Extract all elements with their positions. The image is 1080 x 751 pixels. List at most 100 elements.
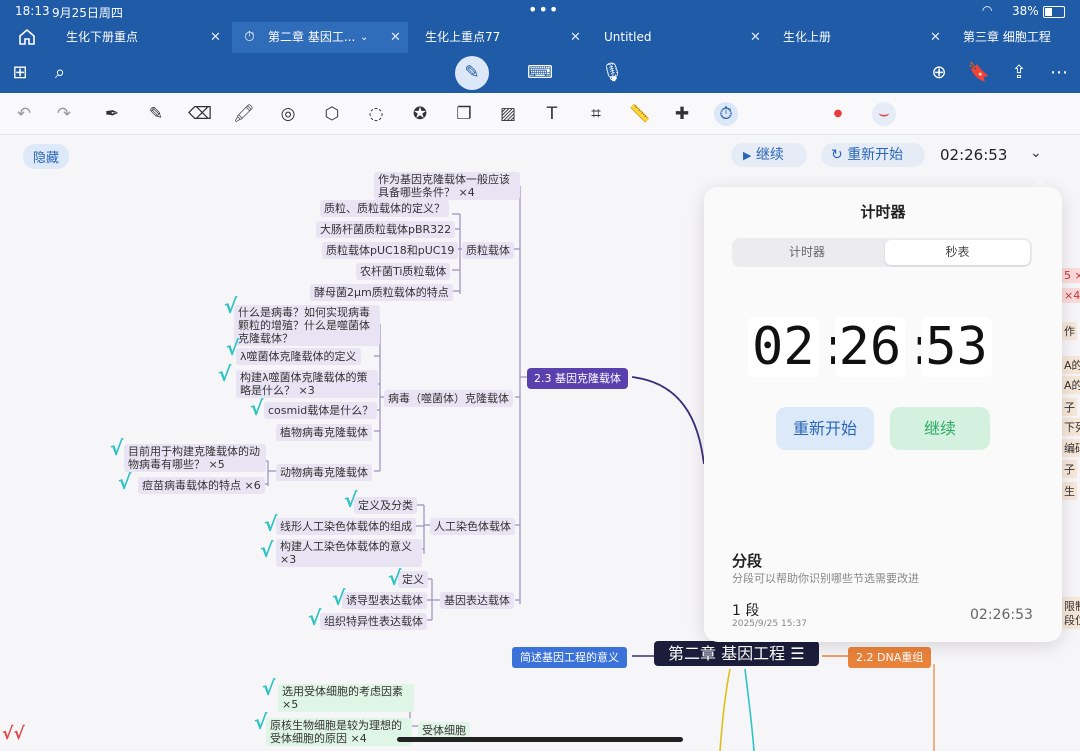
expression-item[interactable]: 定义 — [398, 571, 428, 588]
redo-icon[interactable]: ↷ — [52, 102, 76, 126]
pen-mode-icon[interactable]: ✎ — [455, 56, 489, 90]
expression-item[interactable]: 诱导型表达载体 — [342, 592, 427, 609]
close-icon[interactable]: ✕ — [390, 22, 401, 53]
right-fragment: 子 — [1062, 398, 1077, 416]
cloning-vector-hub[interactable]: 2.3 基因克隆载体 — [527, 368, 628, 389]
scan-icon[interactable]: ⌗ — [584, 102, 608, 126]
segment-stopwatch[interactable]: 秒表 — [885, 240, 1030, 265]
laser-icon[interactable]: ✚ — [670, 102, 694, 126]
significance-node[interactable]: 简述基因工程的意义 — [512, 647, 627, 668]
plasmid-item[interactable]: 酵母菌2μm质粒载体的特点 — [310, 284, 453, 301]
animal-virus-item[interactable]: 目前用于构建克隆载体的动物病毒有哪些？ ×5 — [124, 444, 266, 472]
shapes-icon[interactable]: ⬡ — [320, 102, 344, 126]
pen-icon[interactable]: ✒ — [100, 102, 124, 126]
ruler-icon[interactable]: 📏 — [628, 102, 652, 126]
tab-1[interactable]: 生化下册重点 ✕ — [50, 22, 230, 53]
popover-title: 计时器 — [860, 203, 906, 221]
home-indicator[interactable] — [397, 737, 683, 742]
host-item[interactable]: 选用受体细胞的考虑因素 ×5 — [278, 684, 414, 712]
menu-icon[interactable]: ☰ — [790, 644, 804, 663]
right-fragment: A的 — [1062, 356, 1080, 374]
tab-3[interactable]: 生化上重点77 ✕ — [410, 22, 590, 53]
multitask-dots-icon[interactable]: ••• — [528, 0, 559, 19]
keyboard-icon[interactable]: ⌨ — [527, 61, 553, 85]
plasmid-vector-node[interactable]: 质粒载体 — [462, 242, 514, 259]
close-icon[interactable]: ✕ — [210, 22, 221, 53]
virus-item[interactable]: 植物病毒克隆载体 — [276, 424, 372, 441]
checkmark-icon: √ — [262, 676, 276, 700]
plasmid-item[interactable]: 农杆菌Ti质粒载体 — [356, 263, 451, 280]
animal-virus-item[interactable]: 痘苗病毒载体的特点 ×6 — [138, 477, 265, 494]
close-icon[interactable]: ✕ — [750, 22, 761, 53]
virus-vector-node[interactable]: 病毒（噬菌体）克隆载体 — [384, 390, 513, 407]
lap-date: 2025/9/25 15:37 — [732, 619, 807, 629]
share-icon[interactable]: ⇪ — [1007, 61, 1031, 85]
tab-5[interactable]: 生化上册 ✕ — [770, 22, 950, 53]
stroke-preview-icon[interactable]: ⌣ — [872, 102, 896, 126]
vector-conditions-node[interactable]: 作为基因克隆载体一般应该具备哪些条件？ ×4 — [374, 172, 520, 200]
tab-2[interactable]: ⏱ 第二章 基因工... ⌄ ✕ — [232, 22, 408, 53]
image-icon[interactable]: ▨ — [496, 102, 520, 126]
bookmark-icon[interactable]: 🔖 — [967, 61, 991, 85]
resume-stopwatch-button[interactable]: 继续 — [890, 407, 990, 450]
restart-button[interactable]: ↻ 重新开始 — [821, 143, 925, 167]
highlighter-icon[interactable]: 🖍 — [232, 102, 256, 126]
chevron-down-icon[interactable]: ⌄ — [1030, 145, 1042, 161]
expression-vector-node[interactable]: 基因表达载体 — [440, 592, 514, 609]
restart-label: 重新开始 — [847, 147, 904, 163]
timer-tool-icon[interactable]: ⏱ — [714, 102, 738, 126]
tab-4[interactable]: Untitled ✕ — [590, 22, 770, 53]
grid-view-icon[interactable]: ⊞ — [8, 61, 32, 85]
tab-label: Untitled — [604, 30, 652, 44]
virus-item[interactable]: 什么是病毒？如何实现病毒颗粒的增殖？什么是噬菌体克隆载体？ — [234, 305, 380, 346]
shape-recognize-icon[interactable]: ◎ — [276, 102, 300, 126]
undo-icon[interactable]: ↶ — [12, 102, 36, 126]
right-fragment: 5 × — [1062, 268, 1080, 283]
pencil-icon[interactable]: ✎ — [144, 102, 168, 126]
add-page-icon[interactable]: ⊕ — [927, 61, 951, 85]
laps-title: 分段 — [732, 552, 763, 570]
expression-item[interactable]: 组织特异性表达载体 — [320, 613, 427, 630]
virus-item[interactable]: cosmid载体是什么？ — [264, 402, 378, 419]
more-icon[interactable]: ⋯ — [1047, 61, 1071, 85]
restart-stopwatch-button[interactable]: 重新开始 — [776, 407, 874, 450]
checkmark-icon: √ — [226, 336, 240, 360]
plasmid-item[interactable]: 质粒、质粒载体的定义？ — [320, 200, 449, 217]
close-icon[interactable]: ✕ — [570, 22, 581, 53]
root-node[interactable]: 第二章 基因工程 ☰ — [654, 641, 819, 666]
resume-button[interactable]: ▶ 继续 — [731, 143, 807, 167]
virus-item[interactable]: λ噬菌体克隆载体的定义 — [236, 348, 361, 365]
lap-time: 02:26:53 — [970, 607, 1033, 623]
plasmid-item[interactable]: 质粒载体pUC18和pUC19 — [322, 242, 459, 259]
microphone-icon[interactable]: 🎙 — [600, 61, 624, 85]
right-fragment: 编码 — [1062, 439, 1080, 457]
element-icon[interactable]: ❐ — [452, 102, 476, 126]
color-dot-icon[interactable]: ● — [826, 102, 850, 126]
artificial-chromosome-node[interactable]: 人工染色体载体 — [430, 518, 515, 535]
text-box-icon[interactable]: T — [540, 102, 564, 126]
plasmid-item[interactable]: 大肠杆菌质粒载体pBR322 — [316, 221, 456, 238]
artificial-item[interactable]: 定义及分类 — [354, 497, 417, 514]
artificial-item[interactable]: 线形人工染色体载体的组成 — [276, 518, 416, 535]
eraser-icon[interactable]: ⌫ — [188, 102, 212, 126]
search-icon[interactable]: ⌕ — [48, 61, 72, 85]
dna-recombination-node[interactable]: 2.2 DNA重组 — [848, 647, 932, 668]
battery-icon — [1043, 6, 1065, 18]
lasso-icon[interactable]: ◌ — [364, 102, 388, 126]
close-icon[interactable]: ✕ — [930, 22, 941, 53]
home-icon[interactable] — [18, 28, 36, 46]
virus-item[interactable]: 构建λ噬菌体克隆载体的策略是什么？ ×3 — [236, 370, 378, 398]
minutes-digits: 26 — [834, 317, 906, 377]
checkmark-icon: √ — [332, 586, 346, 610]
right-fragment: 作 — [1062, 322, 1077, 340]
chevron-down-icon[interactable]: ⌄ — [360, 22, 368, 53]
tab-label: 生化下册重点 — [66, 30, 139, 44]
segment-timer[interactable]: 计时器 — [732, 238, 882, 267]
animal-virus-node[interactable]: 动物病毒克隆载体 — [276, 464, 372, 481]
host-item[interactable]: 原核生物细胞是较为理想的受体细胞的原因 ×4 — [266, 718, 412, 746]
artificial-item[interactable]: 构建人工染色体载体的意义 ×3 — [276, 539, 422, 567]
hide-button[interactable]: 隐藏 — [23, 144, 70, 169]
main-toolbar: ⊞ ⌕ ✎ ⌨ 🎙 ⊕ 🔖 ⇪ ⋯ — [0, 53, 1080, 93]
sticker-icon[interactable]: ✪ — [408, 102, 432, 126]
tab-6[interactable]: 第三章 细胞工程 — [950, 22, 1080, 53]
